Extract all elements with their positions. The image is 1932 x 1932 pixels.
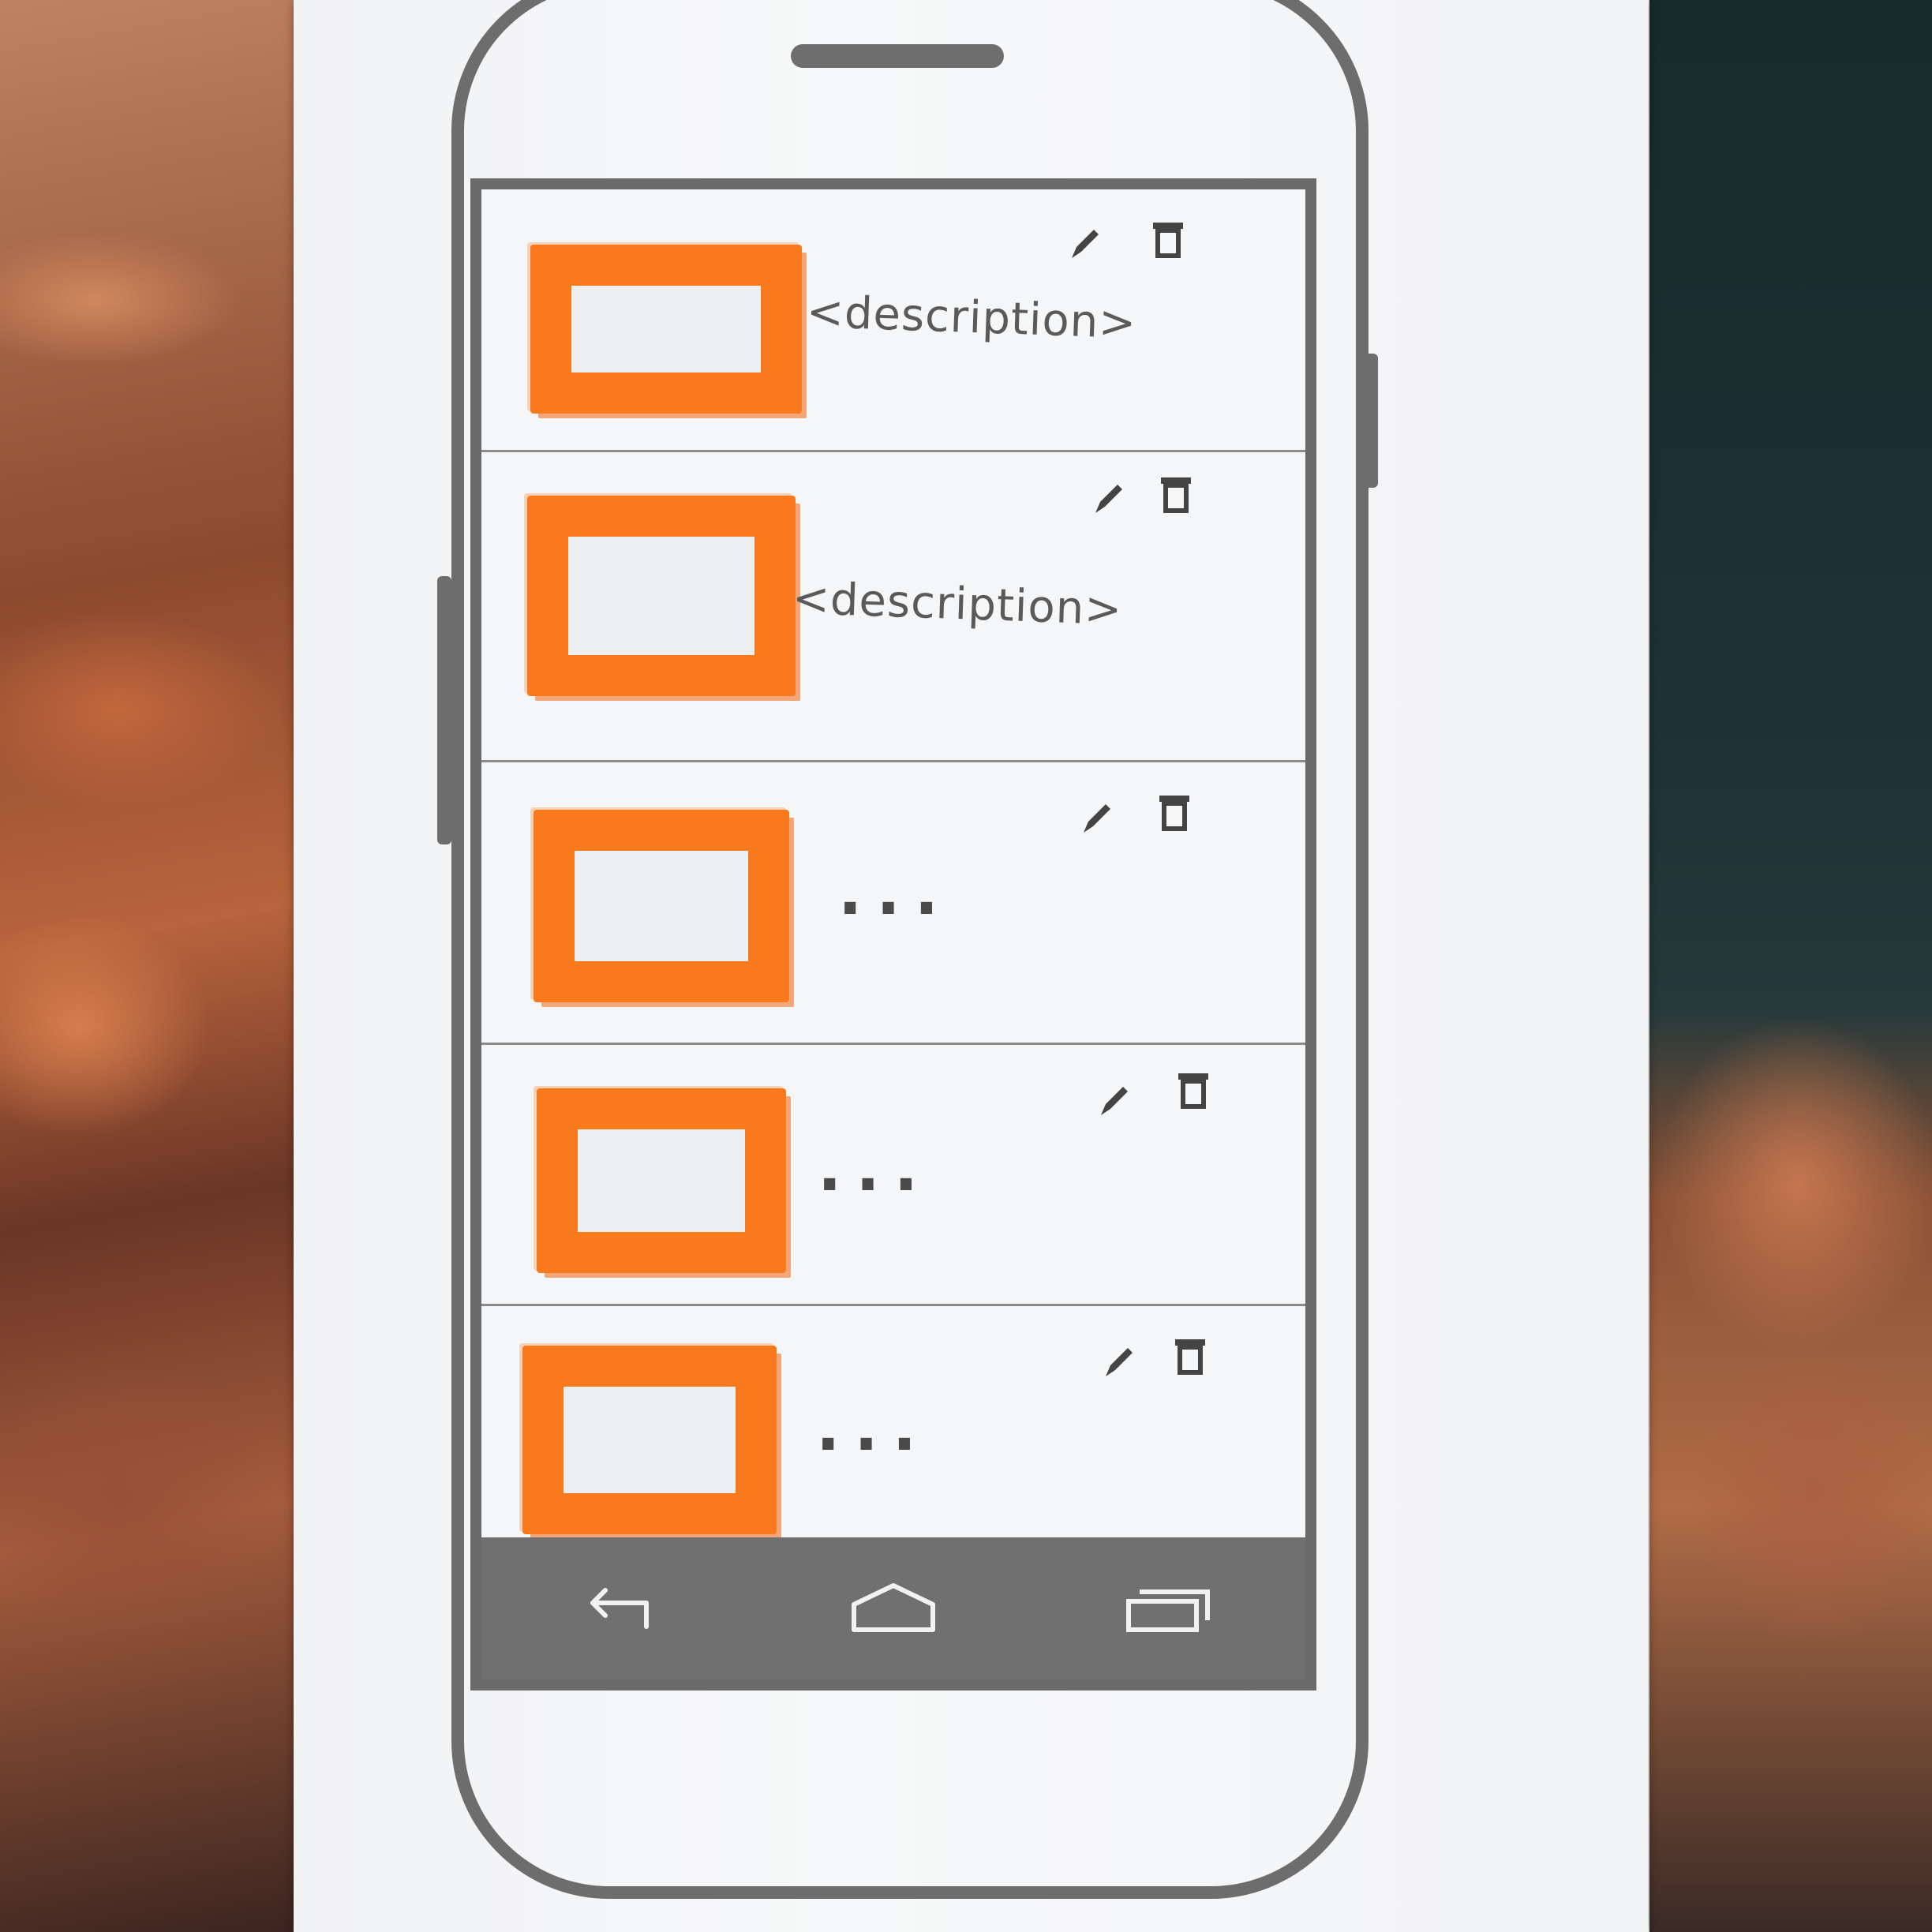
- item-description: <description>: [791, 572, 1124, 636]
- item-thumbnail[interactable]: [530, 245, 802, 414]
- item-thumbnail[interactable]: [522, 1346, 777, 1534]
- pencil-icon[interactable]: [1091, 1076, 1138, 1124]
- item-description: ...: [816, 1391, 931, 1465]
- trash-icon[interactable]: [1170, 1067, 1217, 1114]
- item-description: <description>: [805, 286, 1138, 350]
- pencil-icon[interactable]: [1095, 1338, 1143, 1385]
- item-thumbnail[interactable]: [527, 496, 796, 696]
- list-item[interactable]: <description>: [481, 189, 1305, 452]
- item-list: <description> <description> ... ... ...: [481, 189, 1305, 1559]
- list-item[interactable]: ...: [481, 762, 1305, 1045]
- phone-side-button-right: [1364, 354, 1378, 488]
- item-description: ...: [818, 1132, 933, 1205]
- background-photo-left: [0, 0, 331, 1932]
- item-thumbnail[interactable]: [534, 810, 789, 1002]
- trash-icon[interactable]: [1151, 789, 1198, 837]
- phone-side-button-left: [437, 576, 451, 844]
- list-item[interactable]: <description>: [481, 452, 1305, 762]
- phone-screen: <description> <description> ... ... ...: [470, 178, 1316, 1690]
- pencil-icon[interactable]: [1061, 219, 1109, 267]
- item-thumbnail[interactable]: [537, 1088, 786, 1273]
- recents-icon[interactable]: [1113, 1573, 1223, 1644]
- android-nav-bar: [481, 1537, 1305, 1679]
- trash-icon[interactable]: [1144, 216, 1192, 264]
- list-item[interactable]: ...: [481, 1306, 1305, 1559]
- item-description: ...: [838, 856, 953, 929]
- phone-speaker: [791, 44, 1004, 68]
- back-icon[interactable]: [564, 1573, 674, 1644]
- pencil-icon[interactable]: [1085, 474, 1133, 522]
- list-item[interactable]: ...: [481, 1045, 1305, 1306]
- pencil-icon[interactable]: [1073, 794, 1121, 841]
- background-photo-right: [1616, 0, 1932, 1932]
- trash-icon[interactable]: [1166, 1333, 1214, 1380]
- home-icon[interactable]: [838, 1573, 949, 1644]
- trash-icon[interactable]: [1152, 471, 1200, 519]
